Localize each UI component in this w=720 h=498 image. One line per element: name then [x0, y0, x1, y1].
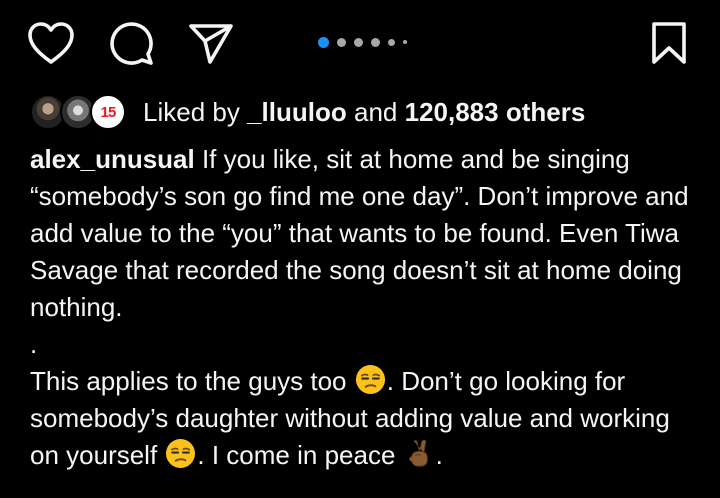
caption-text: . I come in peace	[197, 440, 403, 470]
likes-summary: 15 Liked by _lluuloo and 120,883 others	[30, 94, 585, 130]
carousel-dot	[388, 38, 395, 46]
caption-paragraph: alex_unusual If you like, sit at home an…	[30, 141, 700, 326]
liker-avatars[interactable]: 15	[30, 94, 130, 130]
bookmark-icon	[652, 22, 686, 64]
caption-text: .	[435, 440, 443, 470]
avatar-logo-text: 15	[100, 103, 117, 121]
paper-plane-icon	[189, 24, 233, 64]
caption-username[interactable]: alex_unusual	[30, 144, 195, 174]
share-button[interactable]	[186, 18, 236, 68]
caption-separator: .	[30, 329, 38, 359]
carousel-dot	[337, 37, 346, 47]
carousel-dot	[371, 37, 380, 47]
post-action-bar	[0, 0, 720, 84]
liked-by-prefix: Liked by	[143, 97, 240, 127]
avatar: 15	[90, 94, 126, 130]
carousel-indicator	[318, 36, 407, 48]
liked-by-user[interactable]: _lluuloo	[247, 97, 347, 127]
heart-icon	[28, 22, 74, 64]
victory-hand-emoji-icon	[408, 439, 428, 467]
caption-paragraph: This applies to the guys too . Don’t go …	[30, 363, 700, 474]
caption-text: This applies to the guys too	[30, 366, 354, 396]
comment-bubble-icon	[110, 22, 153, 65]
comment-button[interactable]	[106, 18, 156, 68]
carousel-dot	[403, 40, 407, 44]
liked-by-text[interactable]: Liked by _lluuloo and 120,883 others	[143, 94, 585, 130]
carousel-dot	[354, 37, 363, 47]
like-button[interactable]	[26, 18, 76, 68]
likes-count[interactable]: 120,883 others	[405, 97, 586, 127]
carousel-dot-active	[318, 36, 329, 48]
post-caption: alex_unusual If you like, sit at home an…	[30, 141, 700, 474]
liked-by-connector: and	[353, 97, 398, 127]
unamused-face-emoji-icon	[166, 438, 196, 469]
save-button[interactable]	[644, 18, 694, 68]
unamused-face-emoji-icon	[355, 364, 385, 395]
